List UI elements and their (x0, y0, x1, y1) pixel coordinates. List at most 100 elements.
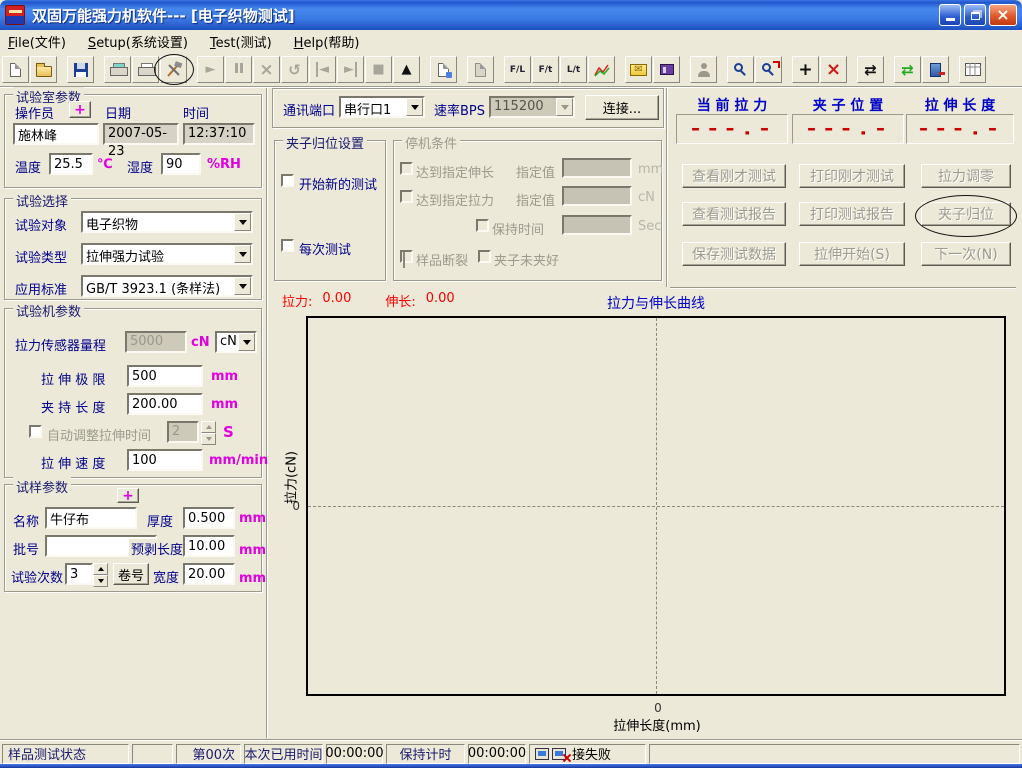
user-button[interactable] (690, 56, 717, 83)
spin-up-icon[interactable] (93, 563, 108, 575)
start-tensile-button[interactable]: 拉伸开始(S) (799, 242, 905, 266)
limit-input[interactable] (127, 365, 203, 387)
spin-up-icon[interactable] (201, 421, 216, 433)
grid-button[interactable] (959, 56, 986, 83)
open-file-button[interactable] (30, 56, 57, 83)
print-button[interactable] (132, 56, 159, 83)
add-sample-button[interactable]: + (117, 488, 139, 503)
curve-color-button[interactable] (588, 56, 615, 83)
save-data-button[interactable]: 保存测试数据 (682, 242, 786, 266)
view-report-button[interactable]: 查看测试报告 (682, 202, 786, 226)
width-input[interactable] (183, 563, 235, 585)
help-book-button[interactable] (653, 56, 680, 83)
test-type-dropdown-button[interactable] (234, 245, 251, 263)
new-file-button[interactable] (2, 56, 29, 83)
zoom-plus-button[interactable] (755, 56, 782, 83)
add-operator-button[interactable]: + (69, 101, 91, 118)
new-test-checkbox[interactable] (281, 174, 294, 187)
peel-length-input[interactable] (183, 535, 235, 557)
sensor-unit-dropdown-button[interactable] (238, 333, 255, 351)
exit-button[interactable] (922, 56, 949, 83)
report-button[interactable] (467, 56, 494, 83)
step-back-button[interactable]: ◄ (309, 56, 336, 83)
force-stop-checkbox (400, 190, 413, 203)
test-type-select[interactable]: 拉伸强力试验 (81, 243, 253, 265)
force-zero-button[interactable]: 拉力调零 (921, 164, 1011, 188)
pause-button[interactable] (225, 56, 252, 83)
right-panel-divider (666, 88, 668, 287)
export-button[interactable] (430, 56, 457, 83)
temperature-input[interactable] (49, 153, 93, 175)
add-button[interactable]: + (792, 56, 819, 83)
humidity-input[interactable] (161, 153, 201, 175)
menu-help[interactable]: Help(帮助) (294, 32, 360, 51)
abort-button[interactable]: × (253, 56, 280, 83)
grip-length-label: 夹 持 长 度 (41, 397, 105, 416)
sample-name-input[interactable] (45, 507, 137, 529)
thickness-input[interactable] (183, 507, 235, 529)
spin-down-icon[interactable] (201, 433, 216, 445)
group-lab-params: 试验室参数 操作员 + 日期 时间 2007-05-23 12:37:10 温度… (4, 94, 262, 188)
delete-button[interactable]: × (820, 56, 847, 83)
temperature-unit: ℃ (97, 157, 113, 172)
test-count-spinner[interactable] (93, 563, 108, 585)
stop-button[interactable]: ■ (365, 56, 392, 83)
transfer-button[interactable]: ⇄ (894, 56, 921, 83)
close-button[interactable]: × (989, 4, 1017, 26)
menu-file[interactable]: File(文件) (8, 32, 66, 51)
save-button[interactable] (67, 56, 94, 83)
speed-input[interactable] (127, 449, 203, 471)
raise-button[interactable]: ▲ (393, 56, 420, 83)
connect-button[interactable]: 连接... (585, 95, 659, 120)
print-last-test-button[interactable]: 打印刚才测试 (799, 164, 905, 188)
auto-adjust-spinner[interactable] (201, 421, 216, 443)
clamp-home-button[interactable]: 夹子归位 (921, 202, 1011, 226)
curve-fl-button[interactable]: F/L (504, 56, 531, 83)
auto-adjust-checkbox[interactable] (29, 425, 42, 438)
curve-ft-button[interactable]: F/t (532, 56, 559, 83)
check-icon (403, 252, 405, 268)
standard-select[interactable]: GB/T 3923.1 (条样法) (81, 275, 253, 297)
roll-number-button[interactable]: 卷号 (113, 563, 149, 585)
group-test-selection: 试验选择 试验对象 电子织物 试验类型 拉伸强力试验 应用标准 GB/T 392… (4, 198, 262, 300)
next-test-button[interactable]: 下一次(N) (921, 242, 1011, 266)
hold-label-cell: 保持计时 (386, 744, 465, 764)
test-count-cell: 第00次 (176, 744, 241, 764)
restore-button[interactable] (964, 4, 986, 26)
play-button[interactable]: ► (197, 56, 224, 83)
comm-port-select[interactable]: 串行口1 (339, 96, 425, 118)
delete-icon: × (826, 59, 841, 80)
sample-name-label: 名称 (13, 511, 39, 530)
force-stop-label: 达到指定拉力 (416, 190, 494, 209)
tools-button[interactable] (160, 56, 187, 83)
menu-test[interactable]: Test(测试) (210, 32, 272, 51)
print-report-button-2[interactable]: 打印测试报告 (799, 202, 905, 226)
tensile-length-display: ---.- (906, 114, 1014, 144)
operator-input[interactable] (13, 123, 99, 145)
view-last-test-button[interactable]: 查看刚才测试 (682, 164, 786, 188)
test-object-select[interactable]: 电子织物 (81, 211, 253, 233)
every-test-checkbox[interactable] (281, 239, 294, 252)
zoom-button[interactable] (727, 56, 754, 83)
test-object-dropdown-button[interactable] (234, 213, 251, 231)
print-icon (138, 63, 154, 76)
sensor-unit-select[interactable]: cN (215, 331, 257, 353)
minimize-button[interactable] (939, 4, 961, 26)
curve-lt-button[interactable]: L/t (560, 56, 587, 83)
grip-length-input[interactable] (127, 393, 203, 415)
open-folder-icon (36, 66, 52, 77)
swap-button[interactable]: ⇄ (857, 56, 884, 83)
hold-time-label: 保持时间 (492, 219, 544, 238)
standard-dropdown-button[interactable] (234, 277, 251, 295)
step-forward-button[interactable]: ► (337, 56, 364, 83)
group-comm: 通讯端口 串行口1 速率BPS 115200 连接... (272, 88, 664, 128)
print-report-button[interactable] (104, 56, 131, 83)
reset-button[interactable]: ↺ (281, 56, 308, 83)
mail-button[interactable]: ✉ (625, 56, 652, 83)
spin-down-icon[interactable] (93, 575, 108, 587)
connection-status-text: 接失败 (572, 744, 611, 763)
menu-setup[interactable]: Setup(系统设置) (88, 32, 188, 51)
test-count-label: 试验次数 (11, 567, 63, 586)
test-count-input[interactable] (65, 563, 93, 585)
comm-port-dropdown-button[interactable] (406, 98, 423, 116)
